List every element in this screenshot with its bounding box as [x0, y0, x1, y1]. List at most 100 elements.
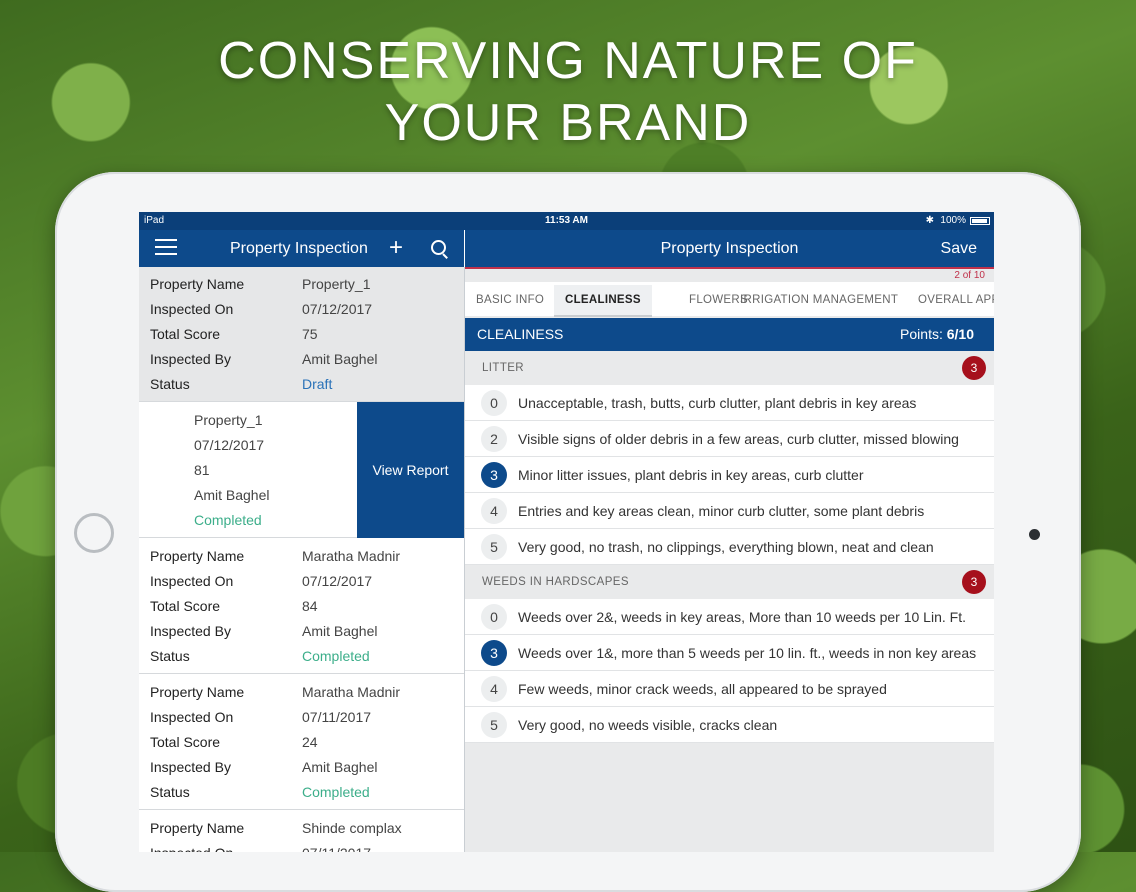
add-inspection-icon[interactable]: + [389, 236, 403, 260]
rating-description: Visible signs of older debris in a few a… [518, 431, 959, 447]
field-label: Status [150, 648, 190, 664]
field-value: 07/12/2017 [302, 573, 373, 589]
search-icon[interactable] [431, 240, 446, 255]
field-label: Inspected By [150, 351, 231, 367]
app-screen: iPad 11:53 AM ✱ 100% Property Inspection… [139, 212, 994, 852]
field-value: 81 [194, 462, 210, 478]
section-points: Points: 6/10 [900, 326, 974, 342]
field-value: Amit Baghel [194, 487, 270, 503]
tab-clealiness[interactable]: CLEALINESS [554, 285, 652, 317]
status-value: Completed [302, 784, 370, 800]
field-row: Status Completed [139, 780, 464, 805]
status-value: Completed [302, 648, 370, 664]
camera-icon [1029, 529, 1040, 540]
field-row: Inspected By Amit Baghel [139, 347, 464, 372]
field-row: Status Draft [139, 372, 464, 397]
field-label: Inspected By [150, 623, 231, 639]
rating-description: Few weeds, minor crack weeds, all appear… [518, 681, 887, 697]
category-tabs: BASIC INFO CLEALINESS FLOWERS IRRIGATION… [465, 282, 994, 317]
field-value: Shinde complax [302, 820, 402, 836]
field-value: Amit Baghel [302, 351, 378, 367]
rating-option-selected[interactable]: 3 Weeds over 1&, more than 5 weeds per 1… [465, 635, 994, 671]
field-label: Status [150, 376, 190, 392]
hamburger-menu-icon[interactable] [155, 239, 177, 257]
field-row: Total Score 75 [139, 322, 464, 347]
field-value: 24 [302, 734, 318, 750]
field-label: Total Score [150, 598, 221, 614]
group-header-weeds: WEEDS IN HARDSCAPES 3 [465, 565, 994, 599]
field-row: Property Name Maratha Madnir [139, 544, 464, 569]
detail-nav-title: Property Inspection [660, 240, 799, 257]
field-row: Status Completed [139, 644, 464, 669]
field-row: Inspected On 07/12/2017 [139, 569, 464, 594]
field-row: Inspected On 07/11/2017 [139, 705, 464, 730]
rating-option[interactable]: 2 Visible signs of older debris in a few… [465, 421, 994, 457]
rating-option[interactable]: 0 Unacceptable, trash, butts, curb clutt… [465, 385, 994, 421]
status-bar: iPad 11:53 AM ✱ 100% [139, 212, 994, 230]
field-value: Maratha Madnir [302, 548, 401, 564]
field-row: Total Score 24 [139, 730, 464, 755]
field-value: 84 [302, 598, 318, 614]
rating-option[interactable]: 5 Very good, no trash, no clippings, eve… [465, 529, 994, 565]
bluetooth-icon: ✱ [925, 215, 934, 226]
field-label: Inspected On [150, 301, 234, 317]
section-title: CLEALINESS [477, 326, 564, 342]
rating-description: Weeds over 1&, more than 5 weeds per 10 … [518, 645, 977, 661]
field-value: 07/11/2017 [302, 709, 372, 725]
field-label: Total Score [150, 326, 221, 342]
rating-value: 0 [481, 390, 507, 416]
hero-headline-line-2: YOUR BRAND [384, 94, 752, 152]
rating-option[interactable]: 4 Entries and key areas clean, minor cur… [465, 493, 994, 529]
field-label: Property Name [150, 684, 245, 700]
field-value: 07/12/2017 [302, 301, 373, 317]
group-header-litter: LITTER 3 [465, 351, 994, 385]
field-label: Property Name [150, 820, 245, 836]
rating-value: 3 [481, 462, 507, 488]
field-row: Inspected On 07/12/2017 [139, 297, 464, 322]
save-button[interactable]: Save [941, 230, 977, 267]
field-label: Property Name [150, 276, 245, 292]
field-label: Inspected On [150, 709, 234, 725]
field-label: Total Score [150, 734, 221, 750]
swiped-inspection-card[interactable]: Property_1 07/12/2017 81 Amit Baghel Com… [139, 402, 464, 538]
tab-overall-appearance[interactable]: OVERALL APP [918, 285, 994, 315]
inspection-card[interactable]: Property Name Maratha Madnir Inspected O… [139, 538, 464, 674]
field-label: Inspected On [150, 573, 234, 589]
home-button-icon [74, 513, 114, 553]
list-nav-title: Property Inspection [230, 240, 368, 257]
group-title: LITTER [482, 362, 525, 374]
status-value: Completed [194, 512, 262, 528]
inspection-card-selected[interactable]: Property Name Property_1 Inspected On 07… [139, 267, 464, 402]
rating-option[interactable]: 0 Weeds over 2&, weeds in key areas, Mor… [465, 599, 994, 635]
tab-basic-info[interactable]: BASIC INFO [476, 285, 544, 315]
rating-value: 2 [481, 426, 507, 452]
field-label: Inspected By [150, 759, 231, 775]
field-value: Property_1 [302, 276, 371, 292]
rating-option-selected[interactable]: 3 Minor litter issues, plant debris in k… [465, 457, 994, 493]
field-row: Property Name Maratha Madnir [139, 680, 464, 705]
battery-icon [970, 217, 990, 225]
field-row: Total Score 84 [139, 594, 464, 619]
inspection-card[interactable]: Property Name Maratha Madnir Inspected O… [139, 674, 464, 810]
field-row: Inspected By Amit Baghel [139, 755, 464, 780]
view-report-button[interactable]: View Report [357, 402, 464, 538]
tab-irrigation-management[interactable]: IRRIGATION MANAGEMENT [740, 285, 898, 315]
rating-option[interactable]: 4 Few weeds, minor crack weeds, all appe… [465, 671, 994, 707]
field-value: 07/11/2017 [302, 841, 371, 852]
field-value: 75 [302, 326, 318, 342]
hero-headline-line-1: CONSERVING NATURE OF [218, 32, 918, 90]
field-value: Maratha Madnir [302, 684, 401, 700]
clock: 11:53 AM [545, 215, 588, 226]
field-label: Status [150, 784, 190, 800]
field-row: Inspected On 07/11/2017 [139, 841, 464, 852]
status-value: Draft [302, 376, 333, 392]
rating-value: 3 [481, 640, 507, 666]
field-row: Property Name Shinde complax [139, 816, 464, 841]
rating-value: 5 [481, 712, 507, 738]
field-label: Property Name [150, 548, 245, 564]
rating-description: Weeds over 2&, weeds in key areas, More … [518, 609, 966, 625]
inspection-card[interactable]: Property Name Shinde complax Inspected O… [139, 810, 464, 852]
field-row: Property Name Property_1 [139, 272, 464, 297]
rating-option[interactable]: 5 Very good, no weeds visible, cracks cl… [465, 707, 994, 743]
group-score-badge: 3 [962, 356, 986, 380]
